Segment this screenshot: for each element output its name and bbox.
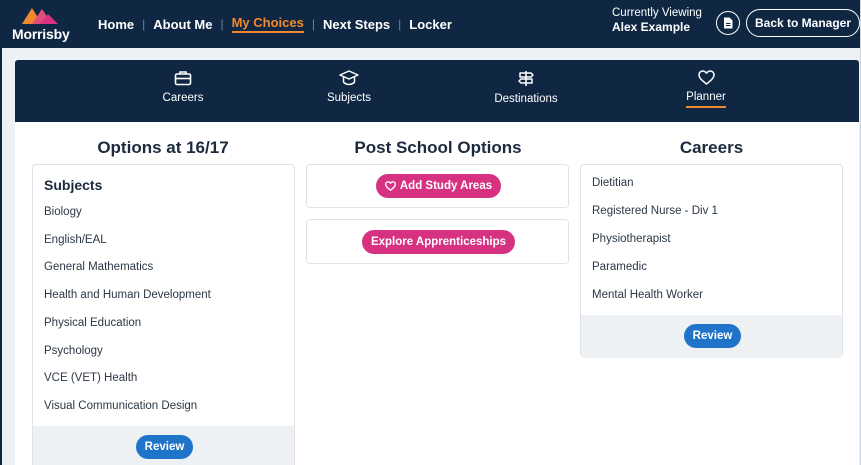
currently-viewing: Currently Viewing Alex Example (612, 6, 702, 34)
subject-item: English/EAL (44, 234, 107, 246)
study-areas-card: Add Study Areas (306, 164, 569, 208)
app-frame: Morrisby Home | About Me | My Choices | … (0, 0, 861, 465)
add-study-areas-button[interactable]: Add Study Areas (376, 174, 501, 198)
graduation-cap-icon (339, 70, 359, 86)
add-study-areas-label: Add Study Areas (399, 180, 493, 192)
careers-card: Dietitian Registered Nurse - Div 1 Physi… (580, 164, 843, 358)
top-nav: Home | About Me | My Choices | Next Step… (98, 15, 452, 33)
nav-home[interactable]: Home (98, 17, 134, 32)
back-to-manager-button[interactable]: Back to Manager (746, 9, 860, 37)
tab-destinations[interactable]: Destinations (466, 60, 586, 122)
careers-card-footer: Review (581, 315, 842, 358)
tab-planner[interactable]: Planner (646, 60, 766, 122)
nav-separator: | (398, 17, 402, 31)
nav-separator: | (142, 17, 146, 31)
logo-text: Morrisby (12, 26, 70, 42)
subject-item: Visual Communication Design (44, 400, 198, 412)
subject-item: Biology (44, 206, 82, 218)
subject-item: Psychology (44, 345, 103, 357)
career-item: Registered Nurse - Div 1 (592, 205, 718, 217)
tab-careers-label: Careers (162, 92, 204, 104)
currently-viewing-user: Alex Example (612, 20, 691, 34)
options-column-title: Options at 16/17 (97, 138, 229, 157)
tab-subjects[interactable]: Subjects (289, 60, 409, 122)
tab-destinations-label: Destinations (494, 93, 558, 105)
subject-item: Health and Human Development (44, 289, 211, 301)
top-bar: Morrisby Home | About Me | My Choices | … (2, 0, 860, 48)
careers-review-button[interactable]: Review (684, 324, 741, 348)
subject-item: VCE (VET) Health (44, 372, 138, 384)
nav-my-choices[interactable]: My Choices (231, 15, 304, 33)
tab-subjects-label: Subjects (326, 92, 372, 104)
career-item: Paramedic (592, 261, 647, 273)
nav-separator: | (220, 17, 224, 31)
options-card: Subjects Biology English/EAL General Mat… (32, 164, 295, 465)
subject-item: Physical Education (44, 317, 142, 329)
nav-next-steps[interactable]: Next Steps (323, 17, 390, 32)
options-card-footer: Review (33, 426, 294, 465)
post-school-column-title: Post School Options (354, 138, 522, 157)
career-item: Dietitian (592, 177, 634, 189)
signpost-icon (518, 71, 534, 86)
tab-planner-label: Planner (686, 91, 726, 108)
career-item: Physiotherapist (592, 233, 671, 245)
document-icon[interactable] (716, 11, 740, 35)
morrisby-logo[interactable]: Morrisby (2, 0, 80, 48)
briefcase-icon (174, 71, 192, 86)
logo-mountains-icon (22, 8, 58, 24)
nav-about-me[interactable]: About Me (153, 17, 212, 32)
careers-column-title: Careers (679, 138, 744, 157)
planner-content: Options at 16/17 Subjects Biology Englis… (15, 122, 859, 465)
options-review-button[interactable]: Review (136, 435, 193, 459)
nav-separator: | (311, 17, 315, 31)
tab-careers[interactable]: Careers (123, 60, 243, 122)
heart-icon (384, 181, 396, 191)
subject-item: General Mathematics (44, 261, 154, 273)
heart-icon (697, 70, 715, 85)
subjects-heading: Subjects (44, 177, 103, 193)
planner-sub-nav: Careers Subjects Destinations Planner (15, 60, 859, 122)
career-item: Mental Health Worker (592, 289, 703, 301)
explore-apprenticeships-button[interactable]: Explore Apprenticeships (362, 230, 515, 254)
apprenticeships-card: Explore Apprenticeships (306, 219, 569, 264)
currently-viewing-label: Currently Viewing (612, 7, 702, 19)
nav-locker[interactable]: Locker (409, 17, 452, 32)
